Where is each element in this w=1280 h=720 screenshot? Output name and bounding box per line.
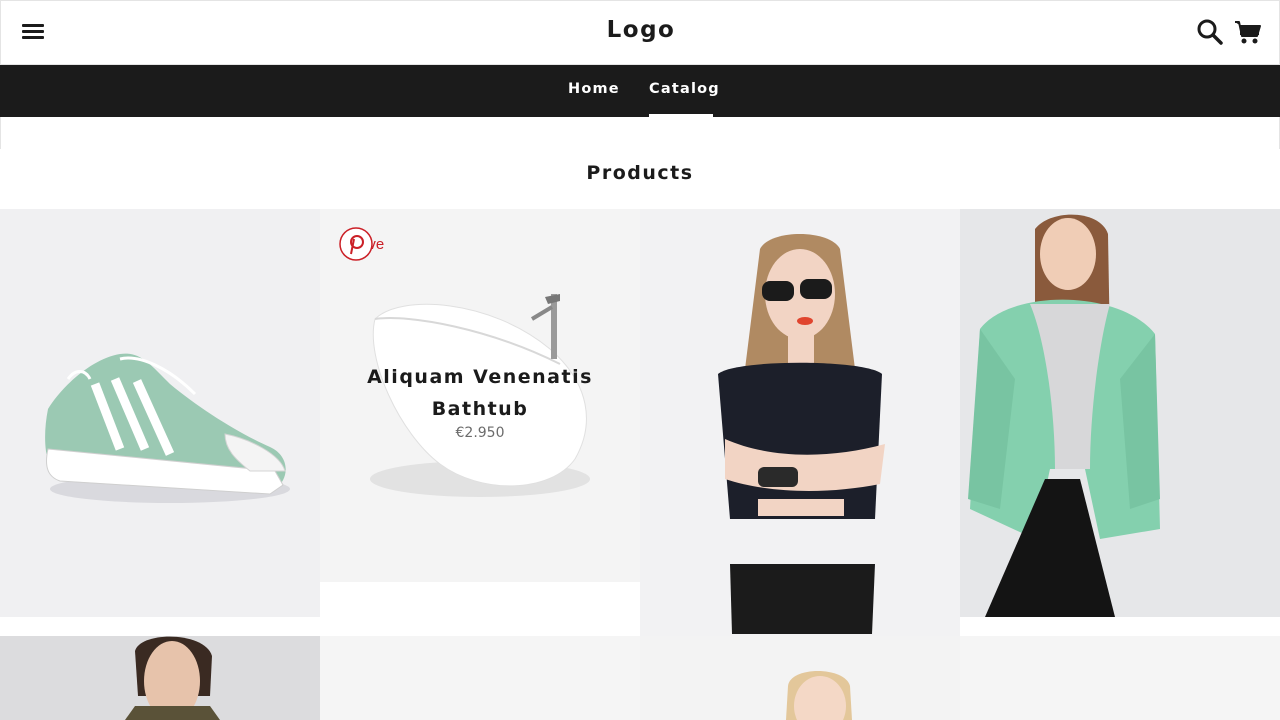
product-name: Bathtub	[431, 398, 529, 420]
product-card[interactable]	[960, 636, 1280, 720]
product-price: €2.950	[455, 425, 505, 441]
menu-line	[22, 30, 44, 33]
main-nav: Home Catalog	[0, 65, 1280, 117]
product-image-man	[125, 636, 220, 720]
nav-item-catalog[interactable]: Catalog	[649, 81, 720, 97]
nav-spacer	[0, 117, 1280, 149]
page-title: Products	[586, 162, 694, 184]
product-name: Aliquam Venenatis	[367, 366, 593, 388]
menu-line	[22, 36, 44, 39]
product-card[interactable]	[0, 636, 320, 720]
product-card[interactable]	[640, 209, 960, 636]
menu-line	[22, 24, 44, 27]
product-image-woman-jacket	[968, 214, 1160, 617]
nav-item-home[interactable]: Home	[568, 81, 620, 97]
product-card[interactable]: Save Aliquam Venenatis Bathtub €2.950	[320, 209, 640, 582]
cart-icon[interactable]	[1233, 17, 1263, 47]
search-icon[interactable]	[1195, 17, 1225, 47]
product-card[interactable]	[0, 209, 320, 617]
product-image-sneaker	[45, 353, 290, 503]
product-card[interactable]	[960, 209, 1280, 617]
site-header: Logo	[0, 0, 1280, 65]
product-image-woman-sunglasses	[718, 234, 885, 634]
hamburger-menu-icon[interactable]	[19, 20, 47, 44]
pinterest-icon	[339, 227, 373, 261]
product-image-blonde-woman	[786, 671, 852, 720]
site-logo[interactable]: Logo	[541, 17, 741, 43]
product-card[interactable]	[640, 636, 960, 720]
product-overlay: Aliquam Venenatis Bathtub €2.950	[320, 361, 640, 441]
product-card[interactable]	[320, 636, 640, 720]
pinterest-save-button[interactable]: Save	[338, 226, 384, 262]
